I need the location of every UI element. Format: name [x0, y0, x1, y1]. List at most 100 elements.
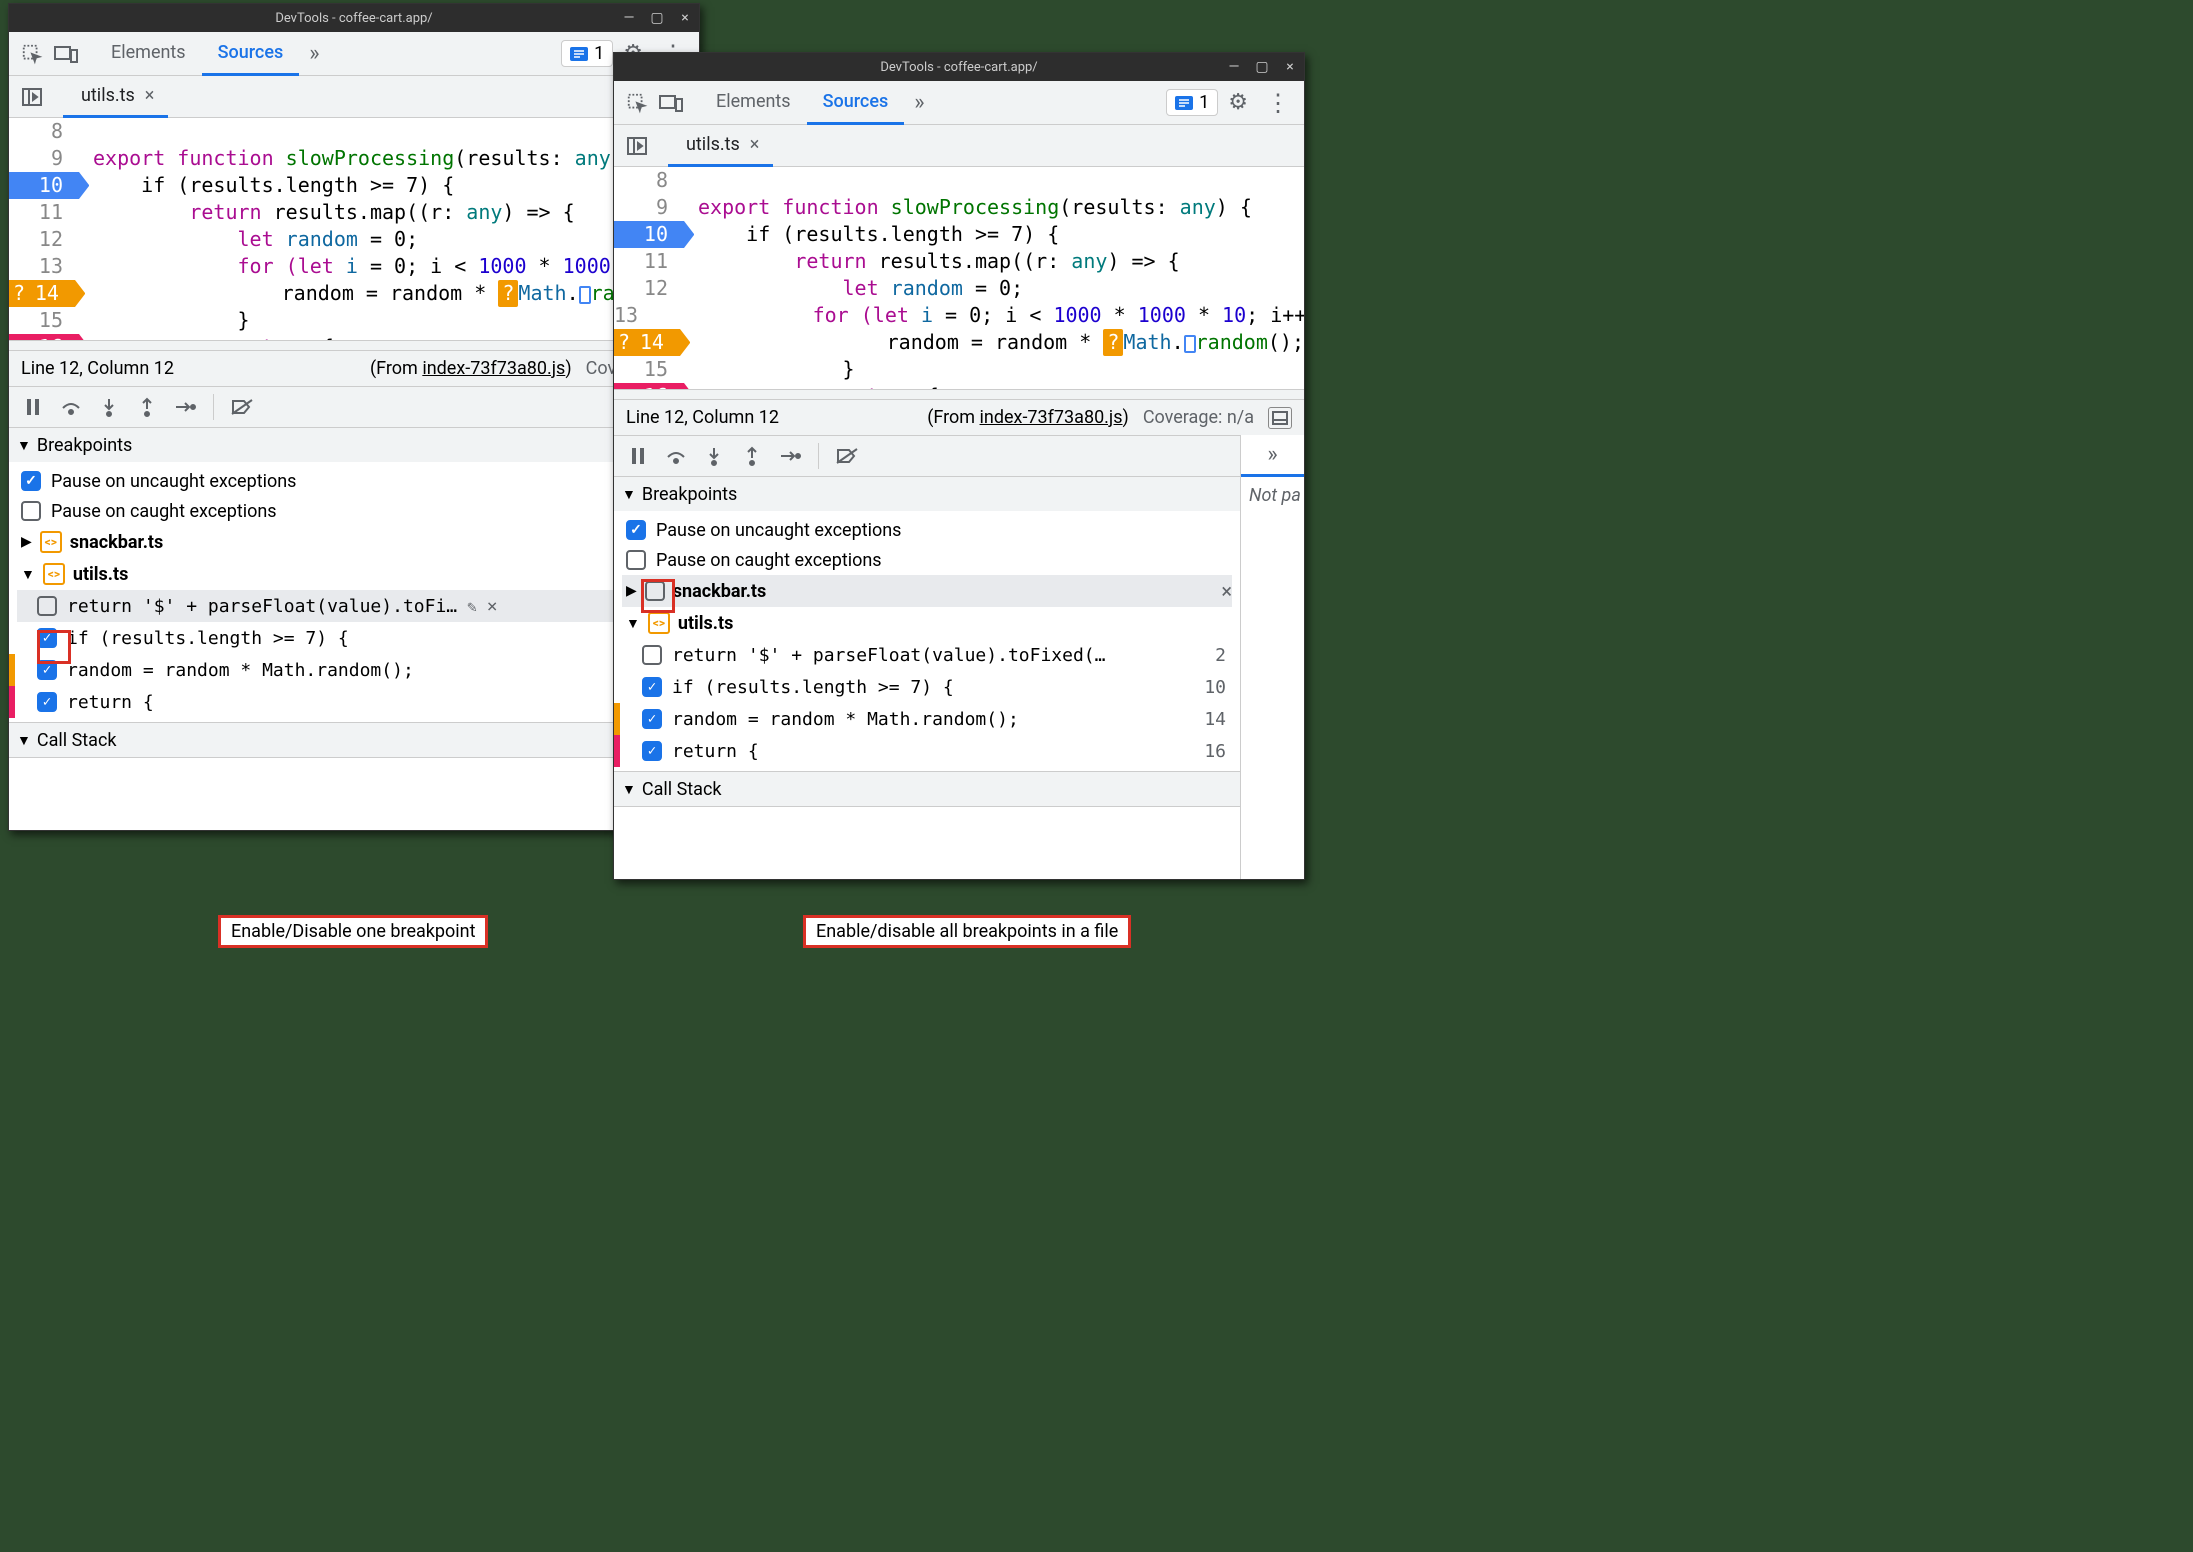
- chevron-down-icon: ▼: [17, 732, 31, 749]
- gutter-logpoint[interactable]: ••16: [614, 383, 684, 389]
- breakpoints-pane-header[interactable]: ▼ Breakpoints: [614, 477, 1240, 511]
- file-tab-label: utils.ts: [686, 134, 740, 155]
- inline-breakpoint-icon[interactable]: [1184, 335, 1196, 353]
- breakpoint-item[interactable]: ✓ random = random * Math.random(); 14: [622, 703, 1232, 735]
- checkbox-checked-icon[interactable]: ✓: [642, 677, 662, 697]
- checkbox-unchecked-icon[interactable]: [642, 645, 662, 665]
- tab-elements[interactable]: Elements: [95, 32, 202, 76]
- gutter-conditional-breakpoint[interactable]: ?14: [9, 280, 75, 307]
- gutter-conditional-breakpoint[interactable]: ?14: [614, 329, 680, 356]
- breakpoint-item[interactable]: ✓ return { 16: [17, 686, 691, 718]
- breakpoint-file-utils[interactable]: ▼ <> utils.ts: [622, 607, 1232, 639]
- pause-caught-row[interactable]: Pause on caught exceptions: [17, 496, 691, 526]
- issues-count: 1: [1199, 92, 1209, 113]
- file-tab-close-icon[interactable]: ×: [750, 134, 760, 155]
- device-toolbar-icon[interactable]: [49, 37, 83, 71]
- drawer-tabs-icon[interactable]: »: [1241, 435, 1304, 477]
- breakpoint-file-utils[interactable]: ▼ <> utils.ts: [17, 558, 691, 590]
- breakpoint-item[interactable]: ✓ random = random * Math.random(); 14: [17, 654, 691, 686]
- pause-uncaught-row[interactable]: ✓ Pause on uncaught exceptions: [17, 466, 691, 496]
- inspect-element-icon[interactable]: [620, 86, 654, 120]
- deactivate-breakpoints-button[interactable]: [226, 391, 258, 423]
- minimize-button[interactable]: —: [1226, 59, 1242, 75]
- checkbox-checked-icon[interactable]: ✓: [21, 471, 41, 491]
- inline-breakpoint-icon[interactable]: [579, 286, 591, 304]
- deactivate-breakpoints-button[interactable]: [831, 440, 863, 472]
- close-button[interactable]: ×: [677, 10, 693, 26]
- close-button[interactable]: ×: [1282, 59, 1298, 75]
- checkbox-checked-icon[interactable]: ✓: [642, 709, 662, 729]
- sourcemap-link[interactable]: index-73f73a80.js: [980, 407, 1123, 428]
- file-tab-utils[interactable]: utils.ts ×: [63, 76, 168, 118]
- delete-icon[interactable]: ×: [487, 596, 498, 617]
- editor-statusbar: Line 12, Column 12 (From index-73f73a80.…: [614, 399, 1304, 435]
- checkbox-unchecked-icon[interactable]: [626, 550, 646, 570]
- window-titlebar: DevTools - coffee-cart.app/ — ▢ ×: [9, 4, 699, 32]
- checkbox-checked-icon[interactable]: ✓: [642, 741, 662, 761]
- sourcemap-link[interactable]: index-73f73a80.js: [422, 358, 565, 379]
- chevron-down-icon: ▼: [622, 781, 636, 798]
- gutter-breakpoint[interactable]: 10: [9, 172, 79, 199]
- checkbox-checked-icon[interactable]: ✓: [37, 692, 57, 712]
- menu-icon[interactable]: ⋮: [1266, 89, 1290, 117]
- main-toolbar: Elements Sources » 1 ⚙ ⋮: [9, 32, 699, 76]
- step-into-button[interactable]: [698, 440, 730, 472]
- step-button[interactable]: [774, 440, 806, 472]
- pause-button[interactable]: [622, 440, 654, 472]
- breakpoint-item[interactable]: ✓ if (results.length >= 7) { 10: [622, 671, 1232, 703]
- issues-badge[interactable]: 1: [1166, 89, 1218, 116]
- callstack-pane-header[interactable]: ▼ Call Stack: [9, 723, 699, 757]
- navigator-toggle-icon[interactable]: [15, 80, 49, 114]
- breakpoint-item[interactable]: ✓ return { 16: [622, 735, 1232, 767]
- breakpoint-item[interactable]: return '$' + parseFloat(value).toFixed(……: [622, 639, 1232, 671]
- file-tab-label: utils.ts: [81, 85, 135, 106]
- minimize-button[interactable]: —: [621, 10, 637, 26]
- file-tab-utils[interactable]: utils.ts ×: [668, 125, 773, 167]
- delete-icon[interactable]: ×: [1221, 579, 1232, 603]
- pause-uncaught-row[interactable]: ✓ Pause on uncaught exceptions: [622, 515, 1232, 545]
- breakpoint-file-snackbar[interactable]: ▶ <> snackbar.ts: [17, 526, 691, 558]
- pause-button[interactable]: [17, 391, 49, 423]
- breakpoint-item[interactable]: ✓ if (results.length >= 7) { 10: [17, 622, 691, 654]
- gutter-breakpoint[interactable]: 10: [614, 221, 684, 248]
- chevron-right-icon: ▶: [21, 534, 32, 550]
- inspect-element-icon[interactable]: [15, 37, 49, 71]
- maximize-button[interactable]: ▢: [1254, 59, 1270, 75]
- checkbox-checked-icon[interactable]: ✓: [626, 520, 646, 540]
- device-toolbar-icon[interactable]: [654, 86, 688, 120]
- checkbox-unchecked-icon[interactable]: [37, 596, 57, 616]
- edit-icon[interactable]: ✎: [467, 597, 477, 616]
- breakpoint-item[interactable]: return '$' + parseFloat(value).toFi… ✎ ×…: [17, 590, 691, 622]
- step-button[interactable]: [169, 391, 201, 423]
- more-tabs-icon[interactable]: »: [299, 41, 329, 66]
- tab-elements[interactable]: Elements: [700, 81, 807, 125]
- gutter-logpoint[interactable]: ••16: [9, 334, 79, 340]
- step-out-button[interactable]: [131, 391, 163, 423]
- chevron-right-icon: ▶: [626, 583, 637, 599]
- inline-breakpoint-icon[interactable]: ?: [498, 280, 518, 307]
- more-tabs-icon[interactable]: »: [904, 90, 934, 115]
- tab-sources[interactable]: Sources: [202, 32, 300, 76]
- inline-breakpoint-icon[interactable]: ?: [1103, 329, 1123, 356]
- issues-badge[interactable]: 1: [561, 40, 613, 67]
- caption-right: Enable/disable all breakpoints in a file: [803, 915, 1131, 948]
- breakpoint-file-snackbar[interactable]: ▶ snackbar.ts ×: [622, 575, 1232, 607]
- file-tab-close-icon[interactable]: ×: [145, 85, 155, 106]
- callstack-pane-header[interactable]: ▼ Call Stack: [614, 772, 1240, 806]
- maximize-button[interactable]: ▢: [649, 10, 665, 26]
- navigator-toggle-icon[interactable]: [620, 129, 654, 163]
- code-editor[interactable]: 8 9export function slowProcessing(result…: [9, 118, 699, 340]
- step-out-button[interactable]: [736, 440, 768, 472]
- highlight-box: [641, 579, 675, 613]
- pause-caught-row[interactable]: Pause on caught exceptions: [622, 545, 1232, 575]
- settings-icon[interactable]: ⚙: [1228, 90, 1248, 115]
- breakpoints-pane-header[interactable]: ▼ Breakpoints: [9, 428, 699, 462]
- coverage-toggle-icon[interactable]: [1268, 407, 1292, 429]
- step-into-button[interactable]: [93, 391, 125, 423]
- checkbox-unchecked-icon[interactable]: [21, 501, 41, 521]
- coverage-label: Coverage: n/a: [1143, 407, 1254, 428]
- step-over-button[interactable]: [55, 391, 87, 423]
- step-over-button[interactable]: [660, 440, 692, 472]
- code-editor[interactable]: 8 9export function slowProcessing(result…: [614, 167, 1304, 389]
- tab-sources[interactable]: Sources: [807, 81, 905, 125]
